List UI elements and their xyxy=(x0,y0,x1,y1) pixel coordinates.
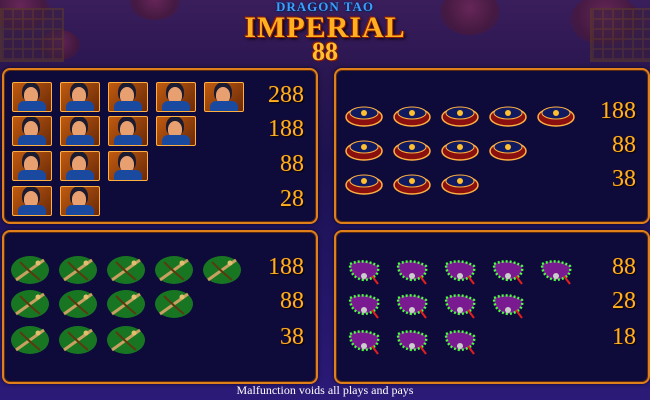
warrior-icon xyxy=(60,186,100,216)
beads-icon xyxy=(396,294,428,319)
paytable-row xyxy=(344,324,488,356)
payout-value: 88 xyxy=(612,254,636,280)
hat-icon xyxy=(489,140,527,161)
paytable-panel-beads: 88 28 18 xyxy=(334,230,650,384)
paytable-row xyxy=(344,288,536,320)
paytable-row xyxy=(12,151,156,181)
crossbow-icon xyxy=(59,256,97,284)
paytable-row xyxy=(10,254,250,286)
paytable-row xyxy=(344,166,488,198)
beads-icon xyxy=(444,260,476,285)
crossbow-icon xyxy=(107,326,145,354)
warrior-icon xyxy=(156,82,196,112)
payout-value: 28 xyxy=(280,186,304,212)
hat-icon xyxy=(393,174,431,195)
payout-value: 88 xyxy=(280,288,304,314)
warrior-icon xyxy=(108,151,148,181)
crossbow-icon xyxy=(59,290,97,318)
crossbow-icon xyxy=(155,256,193,284)
crossbow-icon xyxy=(11,256,49,284)
beads-icon xyxy=(444,330,476,355)
paytable-row xyxy=(344,98,584,130)
warrior-icon xyxy=(108,82,148,112)
warrior-icon xyxy=(12,151,52,181)
warrior-icon xyxy=(12,116,52,146)
warrior-icon xyxy=(108,116,148,146)
crossbow-icon xyxy=(107,290,145,318)
beads-icon xyxy=(444,294,476,319)
warrior-icon xyxy=(60,151,100,181)
lantern-decoration xyxy=(130,0,180,20)
paytable-row xyxy=(12,186,108,216)
paytable-panel-hat: 188 88 38 xyxy=(334,68,650,224)
crossbow-icon xyxy=(155,290,193,318)
beads-icon xyxy=(396,330,428,355)
hat-icon xyxy=(345,106,383,127)
paytable-row xyxy=(344,254,584,286)
paytable-row xyxy=(12,116,204,146)
hat-icon xyxy=(489,106,527,127)
warrior-icon xyxy=(12,82,52,112)
payout-value: 28 xyxy=(612,288,636,314)
hat-icon xyxy=(537,106,575,127)
crossbow-icon xyxy=(11,326,49,354)
beads-icon xyxy=(348,260,380,285)
crossbow-icon xyxy=(203,256,241,284)
payout-value: 188 xyxy=(600,98,636,124)
warrior-icon xyxy=(60,82,100,112)
warrior-icon xyxy=(60,116,100,146)
paytable-panel-warrior: 288 188 88 28 xyxy=(2,68,318,224)
beads-icon xyxy=(348,330,380,355)
payout-value: 88 xyxy=(612,132,636,158)
paytable-row xyxy=(12,82,252,112)
payout-value: 18 xyxy=(612,324,636,350)
beads-icon xyxy=(348,294,380,319)
game-logo: DRAGON TAO IMPERIAL 88 xyxy=(235,0,415,66)
hat-icon xyxy=(345,140,383,161)
disclaimer-text: Malfunction voids all plays and pays xyxy=(236,383,414,397)
beads-icon xyxy=(492,260,524,285)
hat-icon xyxy=(393,140,431,161)
window-decoration xyxy=(590,8,650,62)
lantern-decoration xyxy=(440,0,500,35)
payout-value: 38 xyxy=(612,166,636,192)
hat-icon xyxy=(441,106,479,127)
paytable-row xyxy=(10,324,154,356)
warrior-icon xyxy=(12,186,52,216)
paytable-panel-crossbow: 188 88 38 xyxy=(2,230,318,384)
beads-icon xyxy=(492,294,524,319)
beads-icon xyxy=(396,260,428,285)
payout-value: 288 xyxy=(268,82,304,108)
window-decoration xyxy=(0,8,64,62)
hat-icon xyxy=(441,174,479,195)
warrior-icon xyxy=(204,82,244,112)
hat-icon xyxy=(345,174,383,195)
paytable-row xyxy=(344,132,536,164)
crossbow-icon xyxy=(59,326,97,354)
payout-value: 88 xyxy=(280,151,304,177)
crossbow-icon xyxy=(11,290,49,318)
beads-icon xyxy=(540,260,572,285)
crossbow-icon xyxy=(107,256,145,284)
payout-value: 188 xyxy=(268,254,304,280)
warrior-icon xyxy=(156,116,196,146)
paytable-row xyxy=(10,288,202,320)
payout-value: 38 xyxy=(280,324,304,350)
payout-value: 188 xyxy=(268,116,304,142)
hat-icon xyxy=(393,106,431,127)
hat-icon xyxy=(441,140,479,161)
